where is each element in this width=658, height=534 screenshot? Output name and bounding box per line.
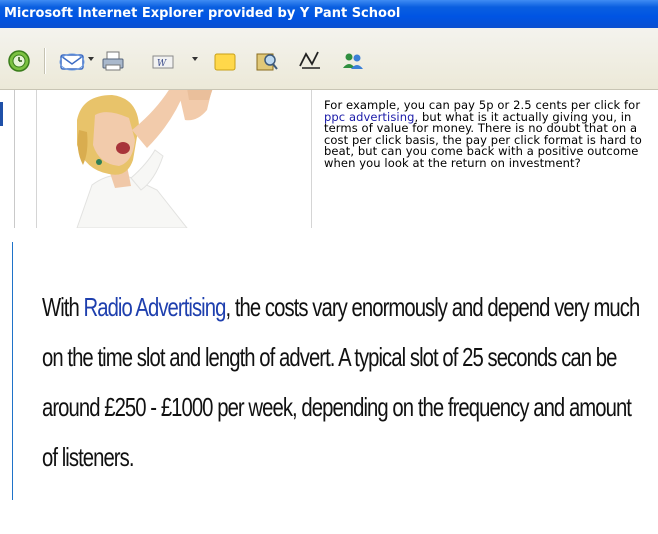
toolbar: W <box>0 28 658 90</box>
word-edit-icon[interactable]: W <box>150 48 176 74</box>
print-icon[interactable] <box>100 48 126 74</box>
left-accent-bar <box>0 102 3 126</box>
window-title: Microsoft Internet Explorer provided by … <box>4 6 401 21</box>
article-paragraph-ppc: For example, you can pay 5p or 2.5 cents… <box>324 99 654 170</box>
mail-dropdown-arrow-icon[interactable] <box>88 57 94 61</box>
messenger-icon[interactable] <box>296 48 322 74</box>
window-title-bar: Microsoft Internet Explorer provided by … <box>0 0 658 28</box>
section-gap <box>0 228 658 236</box>
notes-icon[interactable] <box>212 48 238 74</box>
history-icon[interactable] <box>6 48 32 74</box>
left-blue-border-line <box>12 242 13 500</box>
article-paragraph-radio: With Radio Advertising, the costs vary e… <box>42 282 647 482</box>
radio-advertising-link[interactable]: Radio Advertising <box>84 292 227 322</box>
contacts-icon[interactable] <box>340 48 366 74</box>
article-top-section: For example, you can pay 5p or 2.5 cents… <box>0 90 658 228</box>
radio-text-before-link: With <box>42 292 84 322</box>
mail-icon[interactable] <box>58 48 85 74</box>
woman-celebrating-image <box>36 90 312 228</box>
edit-dropdown-arrow-icon[interactable] <box>192 57 198 61</box>
toolbar-separator <box>44 48 46 74</box>
article-bottom-section: With Radio Advertising, the costs vary e… <box>0 236 658 534</box>
svg-text:W: W <box>157 59 167 69</box>
research-icon[interactable] <box>254 48 280 74</box>
left-border-line <box>14 90 15 228</box>
